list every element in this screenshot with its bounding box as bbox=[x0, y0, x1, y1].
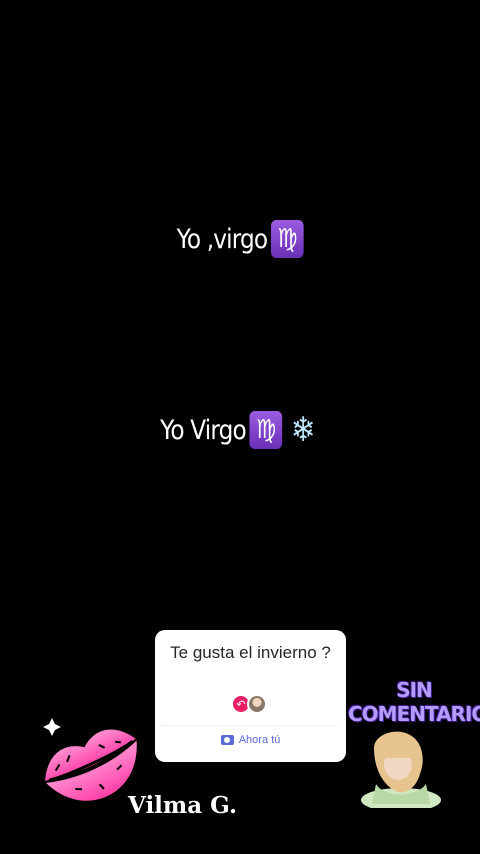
virgo-icon: ♍ bbox=[249, 411, 282, 449]
caption-text-2: Yo Virgo bbox=[160, 414, 247, 446]
snowflake-icon: ❄ bbox=[290, 410, 316, 450]
caption-text-1: Yo ,virgo bbox=[176, 223, 268, 255]
avatar bbox=[247, 694, 267, 714]
responder-avatars: ↶ bbox=[231, 694, 275, 716]
virgo-icon: ♍ bbox=[270, 220, 304, 258]
caption-line-1: Yo ,virgo ♍ bbox=[34, 220, 447, 258]
question-text: Te gusta el invierno ? bbox=[170, 643, 331, 662]
reply-label: Ahora tú bbox=[238, 734, 281, 746]
divider bbox=[163, 725, 338, 726]
cartoon-girl-sticker-icon bbox=[361, 731, 441, 808]
sticker-line-2: COMENTARIOS bbox=[348, 702, 480, 726]
sticker-line-1: SIN bbox=[396, 678, 433, 702]
caption-line-2: Yo Virgo ♍ ❄ bbox=[34, 410, 447, 450]
camera-icon bbox=[220, 735, 234, 745]
signature: Vilma G. bbox=[128, 792, 237, 819]
question-sticker[interactable]: Te gusta el invierno ? ↶ Ahora tú bbox=[155, 630, 346, 762]
sin-comentarios-sticker: SIN COMENTARIOS bbox=[348, 678, 480, 726]
reply-button[interactable]: Ahora tú bbox=[155, 734, 346, 746]
